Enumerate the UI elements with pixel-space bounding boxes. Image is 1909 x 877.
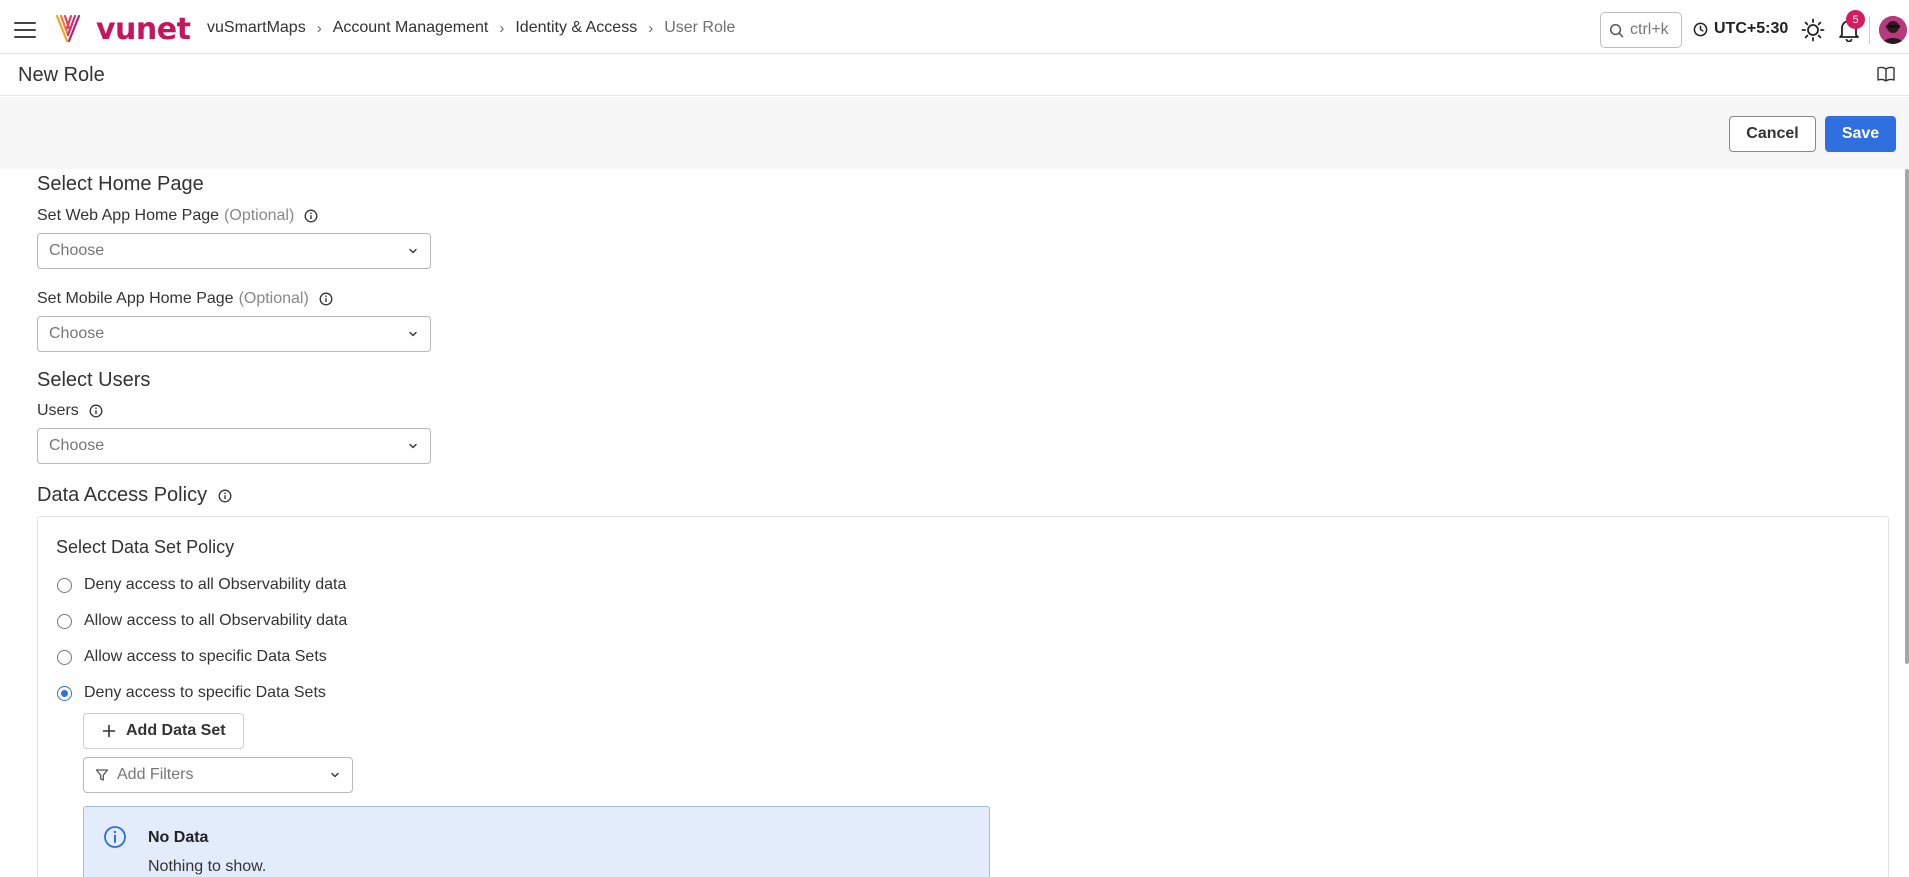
add-filters-dropdown[interactable]: Add Filters [83, 757, 353, 793]
info-icon [104, 826, 126, 848]
radio-deny-all[interactable]: Deny access to all Observability data [57, 576, 346, 594]
users-label: Users [37, 402, 103, 420]
breadcrumb-separator: › [316, 19, 322, 37]
users-select[interactable]: Choose [37, 428, 431, 464]
no-data-title: No Data [148, 829, 209, 846]
breadcrumb-vusmartmaps[interactable]: vuSmartMaps [207, 19, 306, 37]
breadcrumb-account-management[interactable]: Account Management [333, 19, 489, 37]
data-access-policy-heading-text: Data Access Policy [37, 484, 208, 506]
radio-allow-all[interactable]: Allow access to all Observability data [57, 612, 347, 630]
radio-button[interactable] [57, 577, 72, 593]
menu-icon[interactable] [14, 22, 36, 38]
radio-button[interactable] [57, 613, 72, 629]
radio-label: Deny access to all Observability data [84, 576, 347, 593]
radio-button[interactable] [57, 649, 72, 665]
radio-label: Deny access to specific Data Sets [84, 684, 326, 701]
add-filters-placeholder: Add Filters [117, 766, 194, 783]
chevron-down-icon [331, 772, 339, 778]
chevron-down-icon [409, 248, 417, 254]
web-home-page-label-text: Set Web App Home Page [37, 207, 220, 224]
info-icon[interactable] [89, 404, 103, 418]
action-bar: Cancel Save [0, 97, 1909, 169]
breadcrumb-separator: › [648, 19, 654, 37]
radio-allow-specific[interactable]: Allow access to specific Data Sets [57, 648, 327, 666]
vunet-logo-mark-icon [55, 14, 81, 43]
mobile-home-page-select[interactable]: Choose [37, 316, 431, 352]
mobile-home-page-placeholder: Choose [49, 325, 105, 342]
filter-icon [95, 769, 109, 781]
clock-icon [1693, 22, 1708, 36]
timezone-selector[interactable]: UTC+5:30 [1693, 20, 1788, 38]
add-data-set-label: Add Data Set [126, 722, 226, 739]
breadcrumb-separator: › [499, 19, 505, 37]
optional-tag: (Optional) [238, 290, 309, 307]
plus-icon [102, 724, 116, 738]
sun-icon [1801, 18, 1825, 42]
book-icon [1877, 66, 1895, 82]
top-bar: vunet vuSmartMaps › Account Management ›… [0, 6, 1909, 54]
optional-tag: (Optional) [224, 207, 295, 224]
user-avatar-icon [1879, 16, 1907, 44]
radio-label: Allow access to all Observability data [84, 612, 348, 629]
info-icon[interactable] [304, 209, 318, 223]
save-button[interactable]: Save [1825, 116, 1896, 152]
info-icon[interactable] [319, 292, 333, 306]
breadcrumb: vuSmartMaps › Account Management › Ident… [207, 19, 735, 37]
select-home-page-heading: Select Home Page [37, 173, 204, 195]
theme-toggle[interactable] [1801, 18, 1825, 47]
mobile-home-page-label-text: Set Mobile App Home Page [37, 290, 234, 307]
search-placeholder: ctrl+k [1630, 21, 1669, 38]
web-home-page-select[interactable]: Choose [37, 233, 431, 269]
data-set-policy-panel: Select Data Set Policy Deny access to al… [37, 516, 1889, 877]
divider [1869, 16, 1870, 44]
users-placeholder: Choose [49, 437, 105, 454]
chevron-down-icon [409, 443, 417, 449]
add-data-set-button[interactable]: Add Data Set [83, 713, 244, 749]
breadcrumb-identity-access[interactable]: Identity & Access [515, 19, 637, 37]
radio-label: Allow access to specific Data Sets [84, 648, 327, 665]
radio-deny-specific[interactable]: Deny access to specific Data Sets [57, 684, 326, 702]
info-icon[interactable] [218, 489, 232, 503]
scrollbar[interactable] [1905, 169, 1909, 664]
breadcrumb-user-role: User Role [664, 19, 736, 36]
web-home-page-placeholder: Choose [49, 242, 105, 259]
search-input[interactable]: ctrl+k [1600, 12, 1682, 48]
timezone-label: UTC+5:30 [1714, 20, 1789, 37]
data-access-policy-heading: Data Access Policy [37, 484, 232, 507]
cancel-button[interactable]: Cancel [1729, 116, 1816, 152]
mobile-home-page-label: Set Mobile App Home Page (Optional) [37, 290, 333, 308]
documentation-button[interactable] [1877, 66, 1895, 87]
brand-name: vunet [96, 11, 191, 47]
page-header: New Role [0, 55, 1909, 96]
no-data-message: No Data Nothing to show. [83, 806, 990, 877]
data-set-policy-title: Select Data Set Policy [56, 537, 235, 557]
users-label-text: Users [37, 402, 79, 419]
chevron-down-icon [409, 331, 417, 337]
radio-button-selected[interactable] [57, 685, 72, 701]
avatar[interactable] [1879, 16, 1907, 44]
no-data-text: Nothing to show. [148, 858, 267, 875]
select-users-heading: Select Users [37, 369, 151, 391]
notification-badge: 5 [1846, 10, 1865, 29]
page-title: New Role [18, 64, 105, 86]
logo[interactable]: vunet [54, 11, 191, 47]
web-home-page-label: Set Web App Home Page (Optional) [37, 207, 318, 225]
search-icon [1609, 23, 1624, 37]
